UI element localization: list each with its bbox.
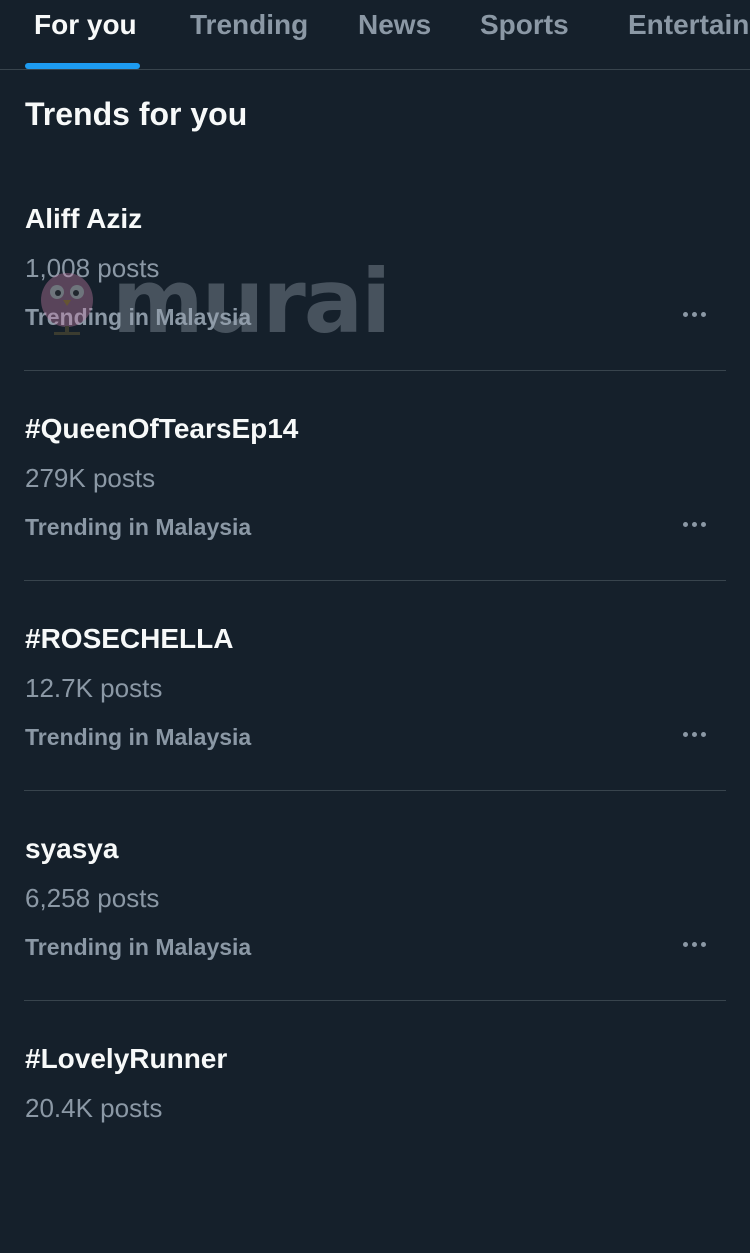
more-options-icon[interactable] xyxy=(671,719,717,749)
trend-item[interactable]: #LovelyRunner 20.4K posts xyxy=(0,1043,750,1253)
tab-sports[interactable]: Sports xyxy=(480,9,569,41)
tab-for-you[interactable]: For you xyxy=(34,9,137,41)
section-title: Trends for you xyxy=(25,96,248,132)
divider xyxy=(24,790,726,791)
divider xyxy=(24,580,726,581)
trend-name: syasya xyxy=(25,833,119,864)
trend-post-count: 279K posts xyxy=(25,463,156,493)
trend-item[interactable]: syasya 6,258 posts Trending in Malaysia xyxy=(0,833,750,1043)
trend-context: Trending in Malaysia xyxy=(25,304,252,330)
more-options-icon[interactable] xyxy=(671,509,717,539)
trend-item[interactable]: Aliff Aziz 1,008 posts Trending in Malay… xyxy=(0,203,750,413)
trend-item[interactable]: #ROSECHELLA 12.7K posts Trending in Mala… xyxy=(0,623,750,833)
active-tab-indicator xyxy=(25,63,140,69)
more-options-icon[interactable] xyxy=(671,299,717,329)
tab-news[interactable]: News xyxy=(358,9,431,41)
trend-context: Trending in Malaysia xyxy=(25,514,252,540)
trend-name: #ROSECHELLA xyxy=(25,623,234,654)
trend-post-count: 12.7K posts xyxy=(25,673,163,703)
tab-entertainment[interactable]: Entertain xyxy=(628,9,749,41)
tab-bar: For you Trending News Sports Entertain xyxy=(0,0,750,70)
more-options-icon[interactable] xyxy=(671,929,717,959)
trend-context: Trending in Malaysia xyxy=(25,934,252,960)
trend-post-count: 6,258 posts xyxy=(25,883,160,913)
trend-post-count: 20.4K posts xyxy=(25,1093,163,1123)
trend-name: #QueenOfTearsEp14 xyxy=(25,413,299,444)
trend-post-count: 1,008 posts xyxy=(25,253,160,283)
divider xyxy=(24,1000,726,1001)
trend-name: Aliff Aziz xyxy=(25,203,143,234)
tab-trending[interactable]: Trending xyxy=(190,9,308,41)
trend-item[interactable]: #QueenOfTearsEp14 279K posts Trending in… xyxy=(0,413,750,623)
divider xyxy=(24,370,726,371)
trend-name: #LovelyRunner xyxy=(25,1043,228,1074)
trend-context: Trending in Malaysia xyxy=(25,724,252,750)
